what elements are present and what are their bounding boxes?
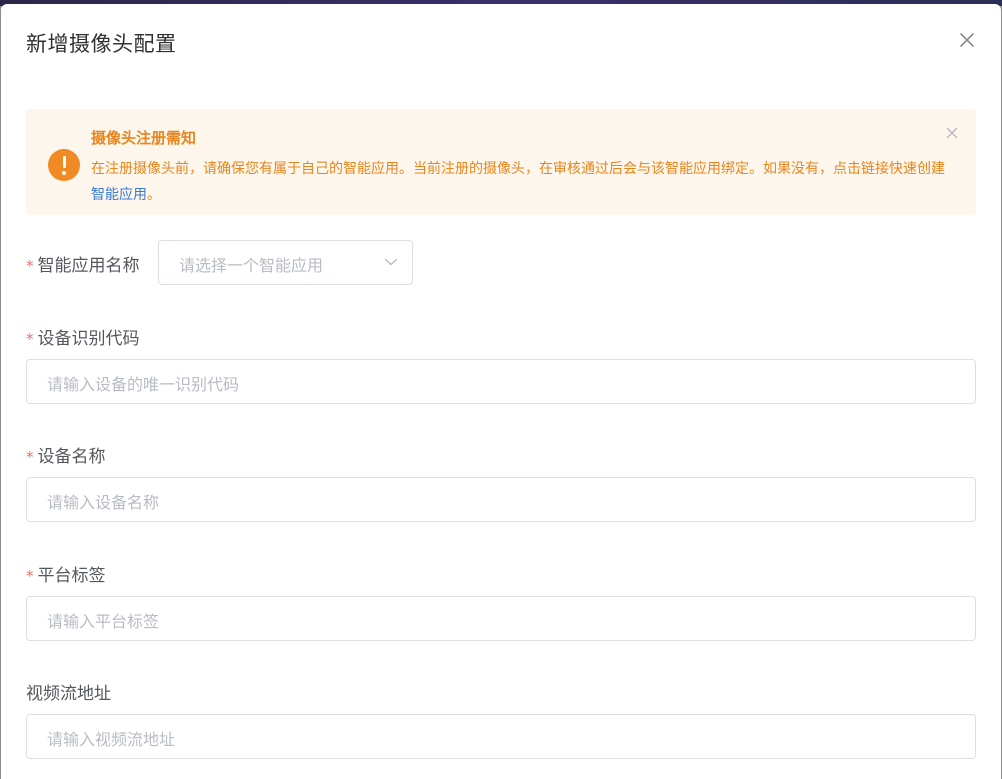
device-code-input[interactable]: 请输入设备的唯一识别代码 [26,359,976,404]
app-name-select-placeholder: 请选择一个智能应用 [179,256,324,275]
warning-icon [48,149,80,181]
platform-tag-label-text: 平台标签 [37,566,106,586]
device-name-label: * 设备名称 [26,442,106,467]
alert-close-icon[interactable] [946,127,958,139]
close-icon[interactable] [957,30,977,50]
device-name-placeholder: 请输入设备名称 [47,493,160,512]
required-mark: * [26,448,34,466]
platform-tag-label: * 平台标签 [26,561,106,586]
smart-app-link[interactable]: 智能应用 [91,187,147,203]
alert-description: 在注册摄像头前，请确保您有属于自己的智能应用。当前注册的摄像头，在审核通过后会与… [91,156,956,208]
alert-title: 摄像头注册需知 [91,129,197,147]
app-name-label: * 智能应用名称 [26,251,140,276]
stream-url-input[interactable]: 请输入视频流地址 [26,714,976,759]
stream-url-placeholder: 请输入视频流地址 [47,730,176,749]
required-mark: * [26,567,34,585]
platform-tag-input[interactable]: 请输入平台标签 [26,596,976,641]
dialog-title: 新增摄像头配置 [26,32,177,56]
alert-suffix: 。 [147,187,161,203]
stream-url-label: 视频流地址 [26,679,111,704]
device-code-label: * 设备识别代码 [26,324,140,349]
device-name-input[interactable]: 请输入设备名称 [26,477,976,522]
device-name-label-text: 设备名称 [37,447,106,467]
device-code-placeholder: 请输入设备的唯一识别代码 [47,375,240,394]
required-mark: * [26,330,34,348]
add-camera-dialog: 新增摄像头配置 摄像头注册需知 在注册摄像头前，请确保您有属于自己的智能应用。当… [1,4,1001,779]
chevron-down-icon [384,258,398,266]
stream-url-label-text: 视频流地址 [26,684,111,704]
notice-alert: 摄像头注册需知 在注册摄像头前，请确保您有属于自己的智能应用。当前注册的摄像头，… [26,109,976,215]
required-mark: * [26,257,34,275]
device-code-label-text: 设备识别代码 [37,329,140,349]
platform-tag-placeholder: 请输入平台标签 [47,612,160,631]
app-name-label-text: 智能应用名称 [37,256,140,276]
app-name-select[interactable]: 请选择一个智能应用 [158,240,413,285]
alert-description-text: 在注册摄像头前，请确保您有属于自己的智能应用。当前注册的摄像头，在审核通过后会与… [91,161,945,177]
